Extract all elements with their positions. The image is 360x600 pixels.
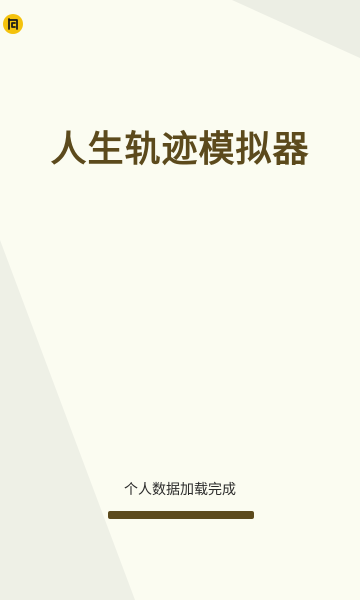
top-right-shape (232, 0, 360, 58)
loading-progress-fill (108, 511, 254, 519)
background-shapes (0, 0, 360, 600)
app-logo-badge (3, 14, 23, 34)
app-title: 人生轨迹模拟器 (50, 129, 310, 170)
app-logo-icon (8, 18, 18, 30)
loading-status-text: 个人数据加载完成 (124, 482, 236, 498)
loading-progress-bar (108, 511, 254, 519)
bottom-left-shape (0, 240, 135, 600)
